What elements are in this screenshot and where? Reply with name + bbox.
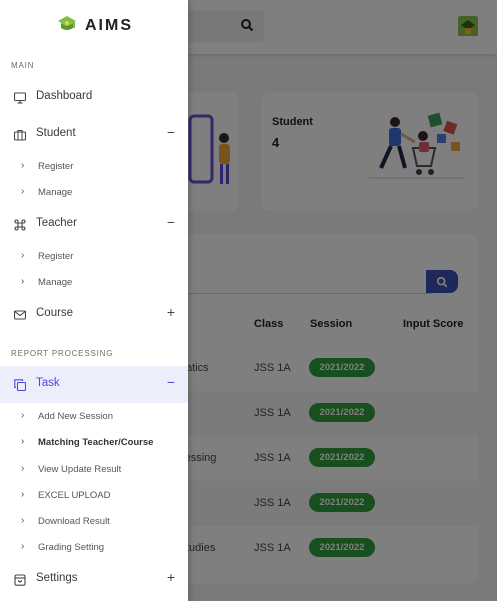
briefcase-icon xyxy=(13,128,27,146)
mail-icon xyxy=(13,308,27,326)
sidebar-subitem-label: Matching Teacher/Course xyxy=(38,437,154,448)
sidebar-subitem-label: Manage xyxy=(38,277,73,288)
sidebar-subitem-download-result[interactable]: › Download Result xyxy=(0,510,188,534)
sidebar-subitem-teacher-register[interactable]: › Register xyxy=(0,245,188,269)
sidebar-subitem-label: EXCEL UPLOAD xyxy=(38,490,111,501)
command-icon xyxy=(14,218,26,236)
chevron-right-icon: › xyxy=(21,410,25,421)
sidebar-item-course[interactable]: Course + xyxy=(0,296,188,333)
collapse-toggle[interactable]: − xyxy=(164,374,178,390)
sidebar-subitem-student-manage[interactable]: › Manage xyxy=(0,181,188,205)
sidebar-subitem-view-update-result[interactable]: › View Update Result xyxy=(0,458,188,482)
chevron-right-icon: › xyxy=(21,276,25,287)
chevron-right-icon: › xyxy=(21,515,25,526)
sidebar-item-label: Dashboard xyxy=(36,90,93,102)
chevron-right-icon: › xyxy=(21,436,25,447)
sidebar-subitem-excel-upload[interactable]: › EXCEL UPLOAD xyxy=(0,484,188,508)
chevron-right-icon: › xyxy=(21,160,25,171)
section-label-main: MAIN xyxy=(11,61,35,70)
sidebar-item-label: Student xyxy=(36,127,76,139)
sidebar-item-dashboard[interactable]: Dashboard xyxy=(0,79,188,116)
archive-icon xyxy=(14,573,26,591)
sidebar-subitem-label: View Update Result xyxy=(38,464,122,475)
sidebar-subitem-grading-setting[interactable]: › Grading Setting xyxy=(0,536,188,560)
sidebar: AIMS MAIN Dashboard Student − › Register… xyxy=(0,0,188,601)
chevron-right-icon: › xyxy=(21,489,25,500)
chevron-right-icon: › xyxy=(21,541,25,552)
chevron-right-icon: › xyxy=(21,463,25,474)
sidebar-item-settings[interactable]: Settings + xyxy=(0,561,188,598)
sidebar-item-label: Task xyxy=(36,377,60,389)
sidebar-item-label: Course xyxy=(36,307,74,319)
sidebar-item-task[interactable]: Task − xyxy=(0,366,188,403)
sidebar-subitem-label: Add New Session xyxy=(38,411,113,422)
sidebar-subitem-matching-teacher-course[interactable]: › Matching Teacher/Course xyxy=(0,431,188,455)
app-logo[interactable]: AIMS xyxy=(57,14,133,38)
sidebar-subitem-label: Register xyxy=(38,251,74,262)
sidebar-subitem-add-new-session[interactable]: › Add New Session xyxy=(0,405,188,429)
sidebar-item-label: Teacher xyxy=(36,217,77,229)
collapse-toggle[interactable]: − xyxy=(164,214,178,230)
sidebar-subitem-student-register[interactable]: › Register xyxy=(0,155,188,179)
collapse-toggle[interactable]: − xyxy=(164,124,178,140)
sidebar-item-teacher[interactable]: Teacher − xyxy=(0,206,188,243)
sidebar-item-student[interactable]: Student − xyxy=(0,116,188,153)
chevron-right-icon: › xyxy=(21,186,25,197)
expand-toggle[interactable]: + xyxy=(164,304,178,320)
logo-icon xyxy=(57,13,77,40)
chevron-right-icon: › xyxy=(21,250,25,261)
copy-icon xyxy=(14,378,27,396)
app-name: AIMS xyxy=(85,17,133,34)
sidebar-subitem-label: Download Result xyxy=(38,516,110,527)
sidebar-subitem-label: Register xyxy=(38,161,74,172)
sidebar-subitem-teacher-manage[interactable]: › Manage xyxy=(0,271,188,295)
monitor-icon xyxy=(13,91,27,109)
sidebar-subitem-label: Manage xyxy=(38,187,73,198)
sidebar-subitem-label: Grading Setting xyxy=(38,542,105,553)
sidebar-item-label: Settings xyxy=(36,572,78,584)
expand-toggle[interactable]: + xyxy=(164,569,178,585)
section-label-report-processing: REPORT PROCESSING xyxy=(11,349,114,358)
